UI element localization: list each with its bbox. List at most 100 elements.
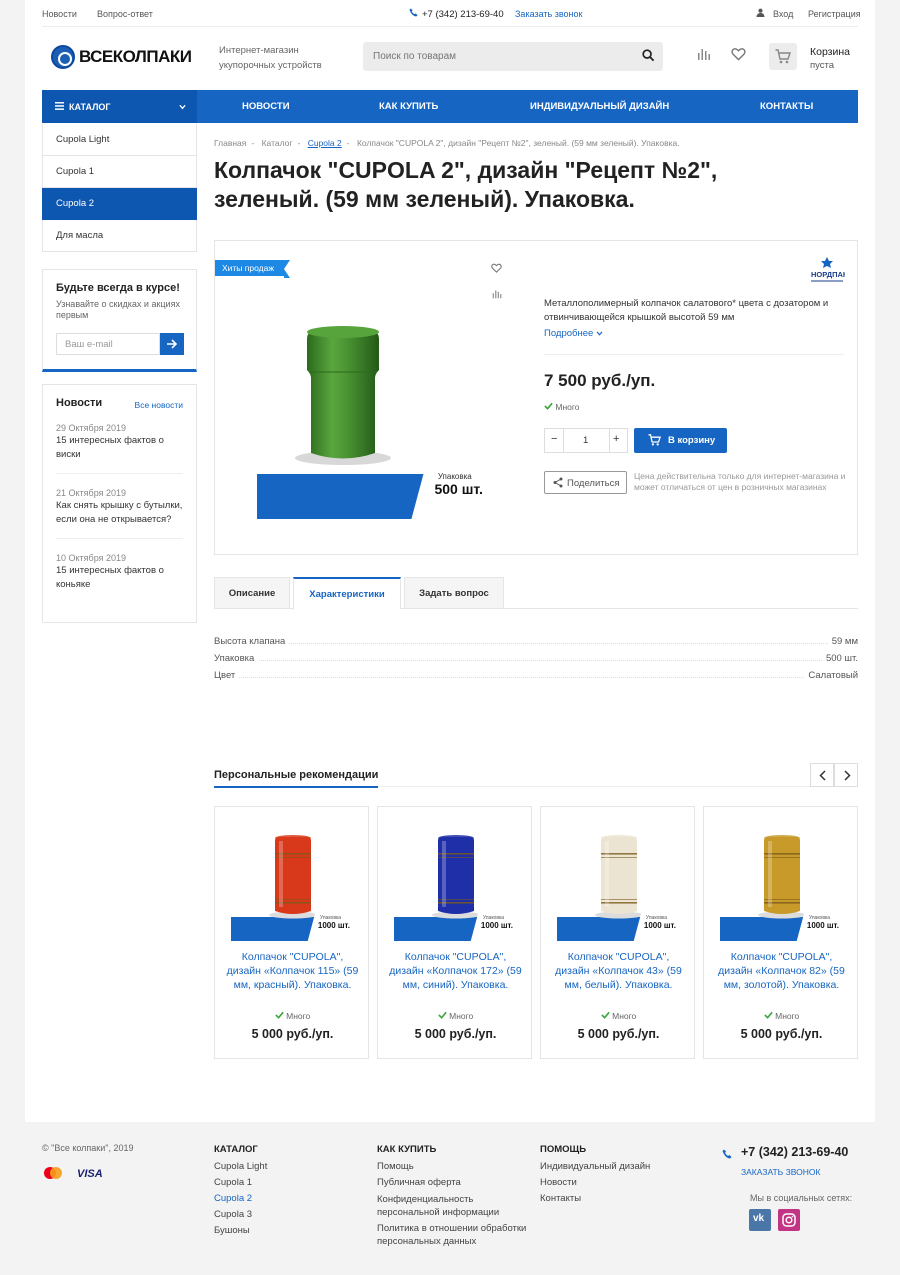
breadcrumb-catalog[interactable]: Каталог	[262, 138, 293, 148]
news-headline[interactable]: Как снять крышку с бутылки, если она не …	[56, 499, 183, 527]
pack-label-text: Упаковка	[437, 472, 472, 481]
product-name-link[interactable]: Колпачок "CUPOLA", дизайн «Колпачок 172»…	[388, 950, 523, 992]
divider	[563, 429, 564, 452]
minus-button[interactable]: −	[551, 433, 557, 445]
top-phone[interactable]: +7 (342) 213-69-40	[422, 9, 504, 20]
plus-button[interactable]: +	[613, 433, 619, 445]
main-nav: КАТАЛОГ НОВОСТИ КАК КУПИТЬ ИНДИВИДУАЛЬНЫ…	[42, 90, 858, 123]
breadcrumb: Главная - Каталог - Cupola 2- Колпачок "CU…	[214, 138, 680, 148]
sidebar-item-oil[interactable]: Для масла	[42, 220, 197, 252]
instagram-icon[interactable]	[778, 1209, 800, 1231]
arrow-right-icon	[166, 338, 178, 353]
page-title: Колпачок "CUPOLA 2", дизайн "Рецепт №2",…	[214, 157, 718, 212]
product-card[interactable]: Упаковка 1000 шт. Колпачок "CUPOLA", дизай…	[703, 806, 858, 1059]
search-input[interactable]	[363, 42, 623, 71]
footer-link[interactable]: Публичная оферта	[377, 1175, 532, 1191]
footer-link[interactable]: Cupola 3	[214, 1207, 267, 1223]
news-item[interactable]: 21 Октября 2019 Как снять крышку с бутыл…	[56, 482, 183, 539]
sidebar-item-cupola-2[interactable]: Cupola 2	[42, 188, 197, 220]
share-button[interactable]: Поделиться	[544, 471, 627, 494]
top-link-news[interactable]: Новости	[42, 9, 77, 19]
product-name-link[interactable]: Колпачок "CUPOLA", дизайн «Колпачок 43» …	[551, 950, 686, 992]
product-card[interactable]: Упаковка 1000 шт. Колпачок "CUPOLA", дизай…	[377, 806, 532, 1059]
product-name-link[interactable]: Колпачок "CUPOLA", дизайн «Колпачок 115»…	[225, 950, 360, 992]
footer-link[interactable]: Помощь	[377, 1159, 532, 1175]
news-item[interactable]: 29 Октября 2019 15 интересных фактов о в…	[56, 417, 183, 474]
nav-item-contacts[interactable]: КОНТАКТЫ	[760, 101, 813, 112]
heart-icon[interactable]	[491, 262, 502, 276]
breadcrumb-separator: -	[251, 138, 255, 148]
breadcrumb-current: Колпачок "CUPOLA 2", дизайн "Рецепт №2",…	[356, 138, 680, 148]
property-name: Упаковка	[214, 653, 259, 664]
nav-item-how-to-buy[interactable]: КАК КУПИТЬ	[379, 101, 438, 112]
nav-item-custom-design[interactable]: ИНДИВИДУАЛЬНЫЙ ДИЗАЙН	[530, 101, 669, 112]
login-link[interactable]: Вход	[773, 9, 793, 19]
footer-link[interactable]: Cupola 1	[214, 1175, 267, 1191]
more-label: Подробнее	[544, 328, 594, 339]
footer-link[interactable]: Новости	[540, 1175, 650, 1191]
add-to-cart-button[interactable]: В корзину	[634, 428, 727, 453]
footer-link[interactable]: Cupola Light	[214, 1159, 267, 1175]
news-headline[interactable]: 15 интересных фактов о виски	[56, 434, 183, 462]
quantity-input[interactable]: 1	[583, 435, 588, 446]
property-row: Высота клапана 59 мм	[214, 635, 858, 652]
tab-description[interactable]: Описание	[214, 577, 290, 609]
breadcrumb-home[interactable]: Главная	[214, 138, 246, 148]
product-price: 5 000 руб./уп.	[251, 1027, 334, 1041]
footer-link[interactable]: Политика в отношении обработки персональ…	[377, 1222, 532, 1248]
check-icon	[601, 1011, 610, 1021]
footer-link[interactable]: Конфиденциальность персональной информац…	[377, 1193, 532, 1219]
pack-label: Упаковка 1000 шт.	[307, 908, 363, 942]
top-link-faq[interactable]: Вопрос-ответ	[97, 9, 153, 19]
stock-status: Много	[704, 1011, 859, 1021]
more-link[interactable]: Подробнее	[544, 328, 603, 339]
all-news-link[interactable]: Все новости	[135, 400, 183, 410]
news-headline[interactable]: 15 интересных фактов о коньяке	[56, 564, 183, 592]
breadcrumb-cupola-2[interactable]: Cupola 2	[308, 138, 342, 148]
chevron-down-icon	[179, 102, 186, 112]
next-button[interactable]	[834, 763, 858, 787]
tab-characteristics[interactable]: Характеристики	[293, 577, 401, 610]
news-item[interactable]: 10 Октября 2019 15 интересных фактов о к…	[56, 547, 183, 603]
characteristics-list: Высота клапана 59 мм Упаковка 500 шт. Цвет…	[214, 635, 858, 686]
footer-link[interactable]: Бушоны	[214, 1223, 267, 1239]
footer-callback-link[interactable]: ЗАКАЗАТЬ ЗВОНОК	[741, 1167, 820, 1177]
logo[interactable]: ВСЕКОЛПАКИ	[51, 45, 192, 69]
product-name-link[interactable]: Колпачок "CUPOLA", дизайн «Колпачок 82» …	[714, 950, 849, 992]
nav-item-news[interactable]: НОВОСТИ	[242, 101, 290, 112]
property-name: Цвет	[214, 670, 240, 681]
stock-status: Много	[541, 1011, 696, 1021]
compare-icon[interactable]	[697, 47, 711, 64]
footer-link[interactable]: Контакты	[540, 1191, 650, 1207]
footer-help-title: ПОМОЩЬ	[540, 1144, 587, 1155]
footer-link[interactable]: Cupola 2	[214, 1191, 267, 1207]
register-link[interactable]: Регистрация	[808, 9, 861, 19]
product-card[interactable]: Упаковка 1000 шт. Колпачок "CUPOLA", дизай…	[540, 806, 695, 1059]
footer-link[interactable]: Индивидуальный дизайн	[540, 1159, 650, 1175]
pack-qty: 500 шт.	[434, 481, 483, 497]
prev-button[interactable]	[810, 763, 834, 787]
subscribe-text: Узнавайте о скидках и акциях первым	[56, 299, 180, 320]
email-field[interactable]: Ваш e-mail	[56, 333, 160, 355]
cart-button[interactable]	[769, 43, 797, 70]
tagline-line2: укупорочных устройств	[219, 60, 322, 71]
header: ВСЕКОЛПАКИ Интернет-магазин укупорочных …	[42, 27, 858, 89]
product-card[interactable]: Упаковка 1000 шт. Колпачок "CUPOLA", дизай…	[214, 806, 369, 1059]
sidebar-item-cupola-1[interactable]: Cupola 1	[42, 156, 197, 188]
brand-logo[interactable]: НОРДПАК	[809, 255, 848, 285]
pack-label: Упаковка 1000 шт.	[633, 908, 689, 942]
vk-icon[interactable]: vk	[749, 1209, 771, 1231]
sidebar-item-cupola-light[interactable]: Cupola Light	[42, 124, 197, 156]
product-price: 5 000 руб./уп.	[740, 1027, 823, 1041]
share-label: Поделиться	[567, 478, 620, 489]
footer-phone[interactable]: +7 (342) 213-69-40	[741, 1145, 848, 1159]
search-box	[363, 42, 663, 71]
cart-info[interactable]: Корзина пуста	[810, 46, 850, 72]
search-icon[interactable]	[642, 49, 655, 65]
callback-link[interactable]: Заказать звонок	[515, 9, 582, 19]
subscribe-button[interactable]	[160, 333, 184, 355]
property-value: Салатовый	[804, 670, 858, 681]
tab-ask-question[interactable]: Задать вопрос	[404, 577, 504, 609]
catalog-menu-button[interactable]: КАТАЛОГ	[42, 90, 197, 123]
favorites-icon[interactable]	[731, 47, 746, 64]
